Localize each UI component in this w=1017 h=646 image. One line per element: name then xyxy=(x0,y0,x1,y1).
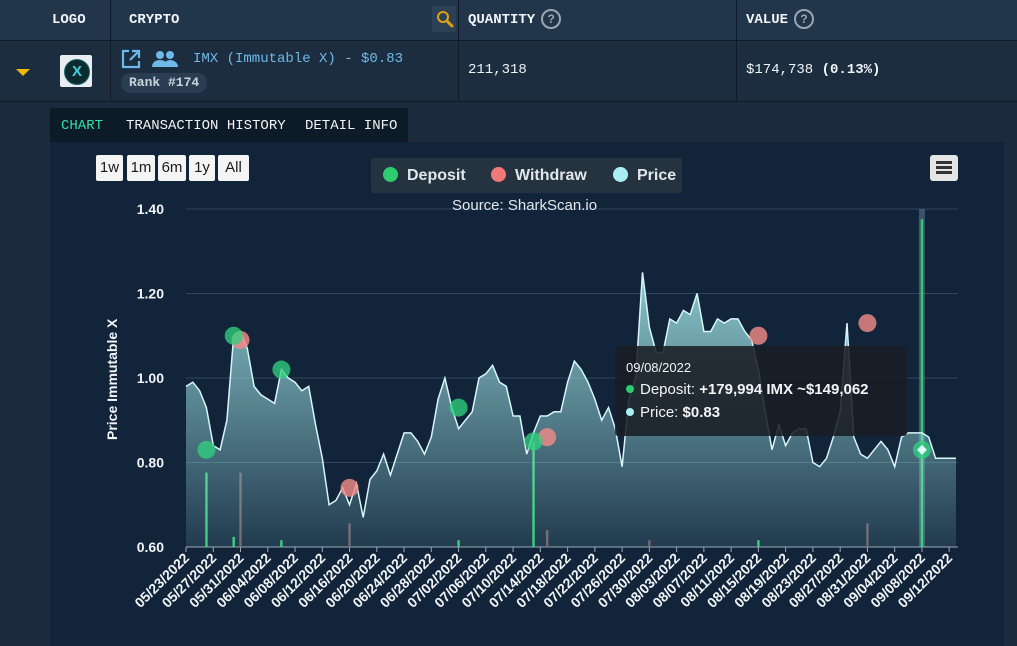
withdraw-point xyxy=(749,326,768,345)
hamburger-icon xyxy=(936,171,952,174)
y-tick-label: 1.40 xyxy=(137,201,164,217)
price-dot-icon xyxy=(613,167,628,182)
range-1y-button[interactable]: 1y xyxy=(189,155,215,181)
y-tick-label: 1.00 xyxy=(137,370,164,386)
tooltip-price-value: $0.83 xyxy=(682,404,721,421)
deposit-point xyxy=(449,398,468,417)
legend-withdraw-label: Withdraw xyxy=(515,167,587,184)
range-all-button[interactable]: All xyxy=(218,155,249,181)
tooltip-date: 09/08/2022 xyxy=(626,360,692,375)
hamburger-icon xyxy=(936,166,952,169)
price-dot-icon xyxy=(626,408,634,416)
legend-deposit-label: Deposit xyxy=(407,167,466,184)
deposit-point xyxy=(224,326,243,345)
tooltip-price-label: Price: xyxy=(640,404,683,421)
y-tick-label: 0.60 xyxy=(137,539,164,555)
y-tick-label: 1.20 xyxy=(137,286,164,302)
deposit-point xyxy=(524,432,543,451)
tooltip-price: Price: $0.83 xyxy=(626,404,720,421)
range-1m-button[interactable]: 1m xyxy=(127,155,155,181)
tooltip-deposit-value: +179,994 IMX ~$149,062 xyxy=(699,381,869,398)
deposit-dot-icon xyxy=(626,385,634,393)
tooltip-deposit: Deposit: +179,994 IMX ~$149,062 xyxy=(626,381,869,398)
y-axis-title: Price Immutable X xyxy=(104,318,120,440)
withdraw-point xyxy=(340,478,359,497)
range-1w-button[interactable]: 1w xyxy=(96,155,123,181)
legend-price-label: Price xyxy=(637,167,677,184)
legend-withdraw[interactable]: Withdraw xyxy=(491,158,587,193)
hamburger-icon xyxy=(936,161,952,164)
legend-price[interactable]: Price xyxy=(613,158,676,193)
chart-menu-button[interactable] xyxy=(930,155,958,181)
range-6m-button[interactable]: 6m xyxy=(158,155,186,181)
tooltip-deposit-label: Deposit: xyxy=(640,381,700,398)
chart-source: Source: SharkScan.io xyxy=(452,197,598,214)
withdraw-dot-icon xyxy=(491,167,506,182)
chart-legend: Deposit Withdraw Price xyxy=(371,158,682,193)
deposit-dot-icon xyxy=(383,167,398,182)
deposit-point xyxy=(272,360,291,379)
y-tick-label: 0.80 xyxy=(137,455,164,471)
legend-deposit[interactable]: Deposit xyxy=(383,158,466,193)
price-chart[interactable]: 0.600.801.001.201.40 05/23/202205/27/202… xyxy=(0,0,1017,646)
chart-tooltip: 09/08/2022 Deposit: +179,994 IMX ~$149,0… xyxy=(615,346,907,436)
withdraw-point xyxy=(858,314,877,333)
deposit-point xyxy=(197,440,216,459)
